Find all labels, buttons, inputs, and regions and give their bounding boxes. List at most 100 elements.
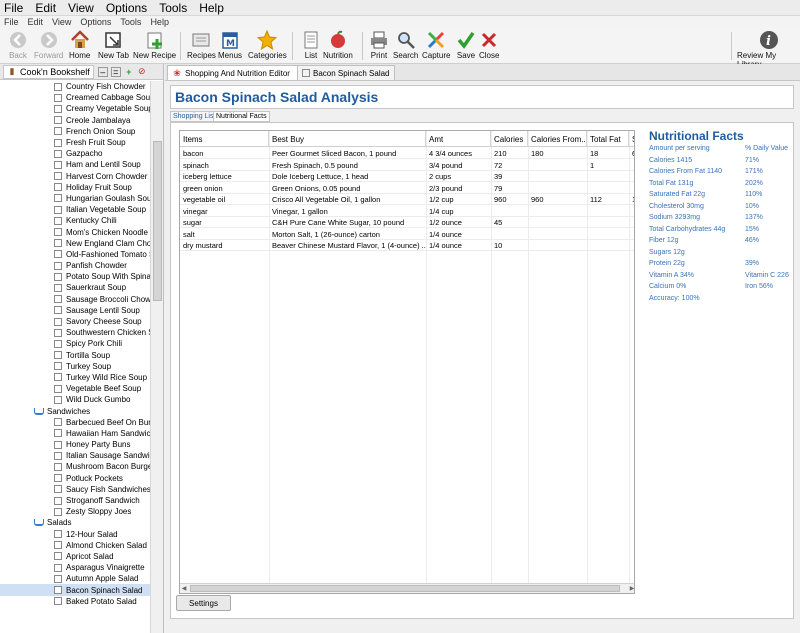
recipe-item[interactable]: Saucy Fish Sandwiches <box>0 484 150 495</box>
back-button[interactable]: Back <box>8 30 28 62</box>
scroll-left-icon[interactable]: ◀ <box>180 584 188 593</box>
scroll-right-icon[interactable]: ▶ <box>628 584 634 593</box>
tab-bacon-spinach-salad[interactable]: Bacon Spinach Salad <box>297 65 395 80</box>
recipe-item[interactable]: Wild Duck Gumbo <box>0 394 150 405</box>
secondary-menu-file[interactable]: File <box>4 17 19 27</box>
recipe-item[interactable]: Baked Potato Salad <box>0 596 150 607</box>
recipe-item[interactable]: Sauerkraut Soup <box>0 282 150 293</box>
recipe-item[interactable]: New England Clam Chow <box>0 238 150 249</box>
recipe-item[interactable]: Vegetable Beef Soup <box>0 383 150 394</box>
tab-nutritional-facts[interactable]: Nutritional Facts <box>213 111 270 122</box>
print-button[interactable]: Print <box>369 30 389 62</box>
categories-button[interactable]: Categories <box>248 30 287 62</box>
recipe-item[interactable]: Panfish Chowder <box>0 260 150 271</box>
save-button[interactable]: Save <box>456 30 476 62</box>
recipe-item[interactable]: Sausage Lentil Soup <box>0 305 150 316</box>
close-button[interactable]: Close <box>479 30 499 62</box>
table-row[interactable]: vinegar Vinegar, 1 gallon 1/4 cup <box>180 206 634 217</box>
recipe-item[interactable]: Southwestern Chicken So <box>0 327 150 338</box>
review-library-button[interactable]: i Review My Library <box>737 30 800 69</box>
recipe-item[interactable]: Hawaiian Ham Sandwich <box>0 428 150 439</box>
menu-edit[interactable]: Edit <box>35 1 56 15</box>
recipe-item[interactable]: Creamy Vegetable Soup <box>0 103 150 114</box>
recipe-item[interactable]: Turkey Soup <box>0 361 150 372</box>
column-header[interactable]: Total Fat <box>587 131 629 147</box>
menu-options[interactable]: Options <box>106 1 147 15</box>
recipe-item[interactable]: Asparagus Vinaigrette <box>0 562 150 573</box>
tree-scrollbar[interactable] <box>150 81 163 633</box>
minimize-icon[interactable]: = <box>110 66 121 77</box>
settings-button[interactable]: Settings <box>176 595 231 611</box>
column-header[interactable]: Amt <box>426 131 491 147</box>
capture-button[interactable]: Capture <box>422 30 450 62</box>
column-header[interactable]: Calories From... <box>528 131 587 147</box>
menus-button[interactable]: M Menus <box>218 30 242 62</box>
recipes-button[interactable]: Recipes <box>187 30 216 62</box>
recipe-item[interactable]: Sausage Broccoli Chowde <box>0 294 150 305</box>
menu-file[interactable]: File <box>4 1 23 15</box>
tab-shopping-nutrition-editor[interactable]: ❀ Shopping And Nutrition Editor ✕ <box>167 65 308 80</box>
search-button[interactable]: Search <box>393 30 418 62</box>
recipe-item[interactable]: Potluck Pockets <box>0 473 150 484</box>
recipe-item[interactable]: Creole Jambalaya <box>0 115 150 126</box>
recipe-item[interactable]: 12-Hour Salad <box>0 529 150 540</box>
home-button[interactable]: Home <box>69 30 90 62</box>
table-row[interactable]: vegetable oil Crisco All Vegetable Oil, 1… <box>180 194 634 205</box>
table-row[interactable]: spinach Fresh Spinach, 0.5 pound 3/4 pound… <box>180 160 634 171</box>
bookshelf-tab[interactable]: ▮ Cook'n Bookshelf <box>3 64 94 79</box>
new-recipe-button[interactable]: New Recipe <box>133 30 176 62</box>
secondary-menu-view[interactable]: View <box>52 17 71 27</box>
menu-help[interactable]: Help <box>199 1 224 15</box>
table-row[interactable]: iceberg lettuce Dole Iceberg Lettuce, 1 h… <box>180 171 634 182</box>
table-row[interactable]: sugar C&H Pure Cane White Sugar, 10 pound… <box>180 217 634 228</box>
column-header[interactable]: Items <box>180 131 269 147</box>
secondary-menu-help[interactable]: Help <box>150 17 169 27</box>
list-button[interactable]: List <box>301 30 321 62</box>
recipe-item[interactable]: Italian Vegetable Soup <box>0 204 150 215</box>
recipe-item[interactable]: Mushroom Bacon Burger <box>0 461 150 472</box>
recipe-item[interactable]: Italian Sausage Sandwich <box>0 450 150 461</box>
table-horizontal-scrollbar[interactable]: ◀ ▶ <box>180 583 634 593</box>
recipe-item[interactable]: Country Fish Chowder <box>0 81 150 92</box>
recipe-item[interactable]: Gazpacho <box>0 148 150 159</box>
menu-view[interactable]: View <box>68 1 94 15</box>
table-row[interactable]: dry mustard Beaver Chinese Mustard Flavor… <box>180 240 634 251</box>
recipe-item[interactable]: Savory Cheese Soup <box>0 316 150 327</box>
tab-shopping-list[interactable]: Shopping List <box>170 111 219 122</box>
recipe-item[interactable]: Holiday Fruit Soup <box>0 182 150 193</box>
recipe-item[interactable]: Apricot Salad <box>0 551 150 562</box>
secondary-menu-edit[interactable]: Edit <box>28 17 44 27</box>
recipe-item[interactable]: Ham and Lentil Soup <box>0 159 150 170</box>
secondary-menu-tools[interactable]: Tools <box>120 17 141 27</box>
scrollbar-thumb[interactable] <box>153 141 162 301</box>
recipe-item[interactable]: Tortilla Soup <box>0 350 150 361</box>
recipe-item[interactable]: Old-Fashioned Tomato So <box>0 249 150 260</box>
recipe-item[interactable]: Honey Party Buns <box>0 439 150 450</box>
recipe-item[interactable]: Fresh Fruit Soup <box>0 137 150 148</box>
forward-button[interactable]: Forward <box>34 30 63 62</box>
recipe-item[interactable]: Stroganoff Sandwich <box>0 495 150 506</box>
collapse-icon[interactable]: – <box>97 66 108 77</box>
recipe-item[interactable]: Mom's Chicken Noodle Sou <box>0 226 150 237</box>
column-header[interactable]: Sa <box>629 131 634 147</box>
menu-tools[interactable]: Tools <box>159 1 187 15</box>
table-row[interactable]: green onion Green Onions, 0.05 pound 2/3 p… <box>180 183 634 194</box>
recipe-item[interactable]: Autumn Apple Salad <box>0 573 150 584</box>
recipe-item[interactable]: Spicy Pork Chili <box>0 338 150 349</box>
recipe-item[interactable]: Bacon Spinach Salad <box>0 584 150 596</box>
recipe-item[interactable]: French Onion Soup <box>0 126 150 137</box>
recipe-item[interactable]: Turkey Wild Rice Soup <box>0 372 150 383</box>
table-row[interactable]: salt Morton Salt, 1 (26-ounce) carton 1/4 … <box>180 229 634 240</box>
scrollbar-thumb[interactable] <box>190 585 620 592</box>
recipe-item[interactable]: Potato Soup With Spinacl <box>0 271 150 282</box>
secondary-menu-options[interactable]: Options <box>80 17 111 27</box>
column-header[interactable]: Calories <box>491 131 528 147</box>
category-node[interactable]: Salads <box>0 517 150 528</box>
recipe-item[interactable]: Creamed Cabbage Soup <box>0 92 150 103</box>
recipe-item[interactable]: Barbecued Beef On Buns <box>0 417 150 428</box>
category-node[interactable]: Sandwiches <box>0 405 150 416</box>
delete-icon[interactable]: ⊘ <box>137 66 147 77</box>
recipe-item[interactable]: Hungarian Goulash Soup <box>0 193 150 204</box>
recipe-item[interactable]: Zesty Sloppy Joes <box>0 506 150 517</box>
recipe-item[interactable]: Almond Chicken Salad <box>0 540 150 551</box>
